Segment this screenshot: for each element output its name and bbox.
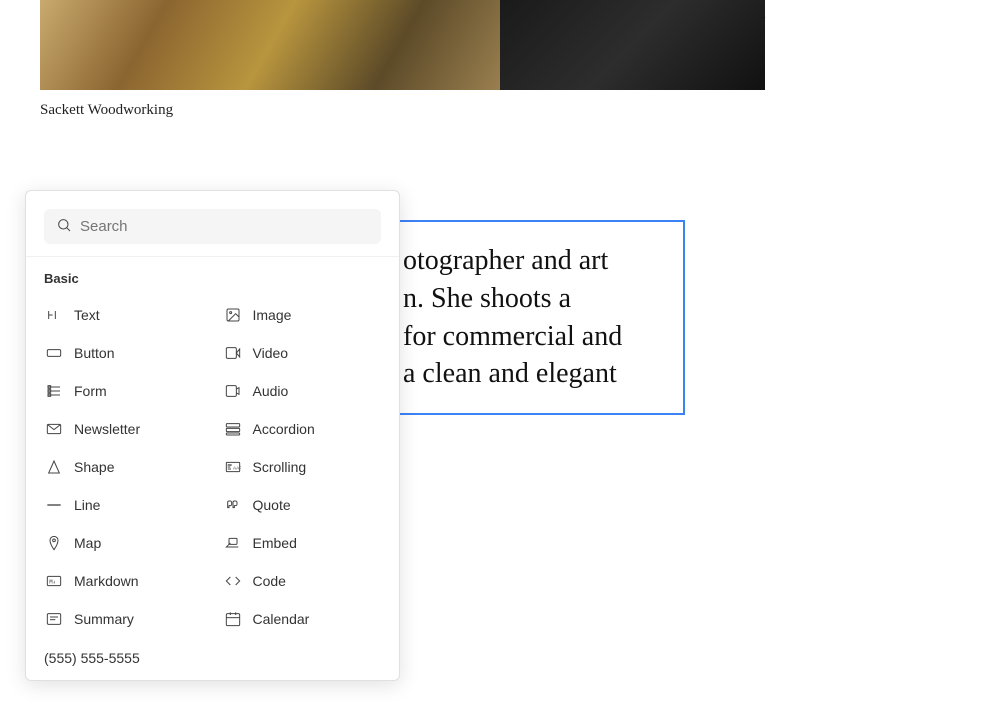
markdown-label: Markdown [74,573,139,589]
accordion-label: Accordion [253,421,315,437]
shape-label: Shape [74,459,114,475]
quote-label: Quote [253,497,291,513]
search-icon [56,217,72,236]
accordion-icon [223,419,243,439]
video-icon [223,343,243,363]
menu-item-text[interactable]: Text [34,296,213,334]
menu-item-button[interactable]: Button [34,334,213,372]
code-icon [223,571,243,591]
menu-item-map[interactable]: Map [34,524,213,562]
shape-icon [44,457,64,477]
menu-item-image[interactable]: Image [213,296,392,334]
scrolling-icon: AAF [223,457,243,477]
newsletter-icon [44,419,64,439]
calendar-label: Calendar [253,611,310,627]
button-icon [44,343,64,363]
scrolling-label: Scrolling [253,459,307,475]
svg-text:AAF: AAF [233,466,241,471]
button-label: Button [74,345,114,361]
text-icon [44,305,64,325]
menu-item-code[interactable]: Code [213,562,392,600]
markdown-icon: M↓ [44,571,64,591]
phone-number: (555) 555-5555 [26,642,399,670]
menu-item-audio[interactable]: Audio [213,372,392,410]
audio-icon [223,381,243,401]
menu-item-shape[interactable]: Shape [34,448,213,486]
line-icon [44,495,64,515]
menu-item-accordion[interactable]: Accordion [213,410,392,448]
add-block-panel: Basic Text Image Button [25,190,400,681]
summary-icon [44,609,64,629]
svg-text:M↓: M↓ [49,580,55,586]
search-input[interactable] [80,218,369,235]
top-image-section: Sackett Woodworking Crosby Nursery [0,0,1000,139]
menu-item-form[interactable]: Form [34,372,213,410]
map-label: Map [74,535,101,551]
embed-icon [223,533,243,553]
menu-item-markdown[interactable]: M↓ Markdown [34,562,213,600]
form-label: Form [74,383,107,399]
sackett-label: Sackett Woodworking [40,102,630,119]
form-icon [44,381,64,401]
code-label: Code [253,573,286,589]
image-icon [223,305,243,325]
text-content-block: otographer and artn. She shoots afor com… [385,220,685,415]
video-label: Video [253,345,289,361]
summary-label: Summary [74,611,134,627]
audio-label: Audio [253,383,289,399]
menu-item-line[interactable]: Line [34,486,213,524]
image-card-right: Crosby Nursery [670,0,765,29]
menu-item-quote[interactable]: Quote [213,486,392,524]
menu-item-newsletter[interactable]: Newsletter [34,410,213,448]
crosby-image [500,0,765,90]
text-label: Text [74,307,100,323]
newsletter-label: Newsletter [74,421,140,437]
image-label: Image [253,307,292,323]
menu-item-embed[interactable]: Embed [213,524,392,562]
menu-item-video[interactable]: Video [213,334,392,372]
map-icon [44,533,64,553]
line-label: Line [74,497,100,513]
calendar-icon [223,609,243,629]
menu-item-summary[interactable]: Summary [34,600,213,638]
text-content-text: otographer and artn. She shoots afor com… [403,242,667,393]
section-basic-label: Basic [26,257,399,292]
search-container [26,191,399,257]
search-box[interactable] [44,209,381,244]
menu-item-scrolling[interactable]: AAF Scrolling [213,448,392,486]
embed-label: Embed [253,535,297,551]
quote-icon [223,495,243,515]
items-grid: Text Image Button Video [26,292,399,642]
menu-item-calendar[interactable]: Calendar [213,600,392,638]
